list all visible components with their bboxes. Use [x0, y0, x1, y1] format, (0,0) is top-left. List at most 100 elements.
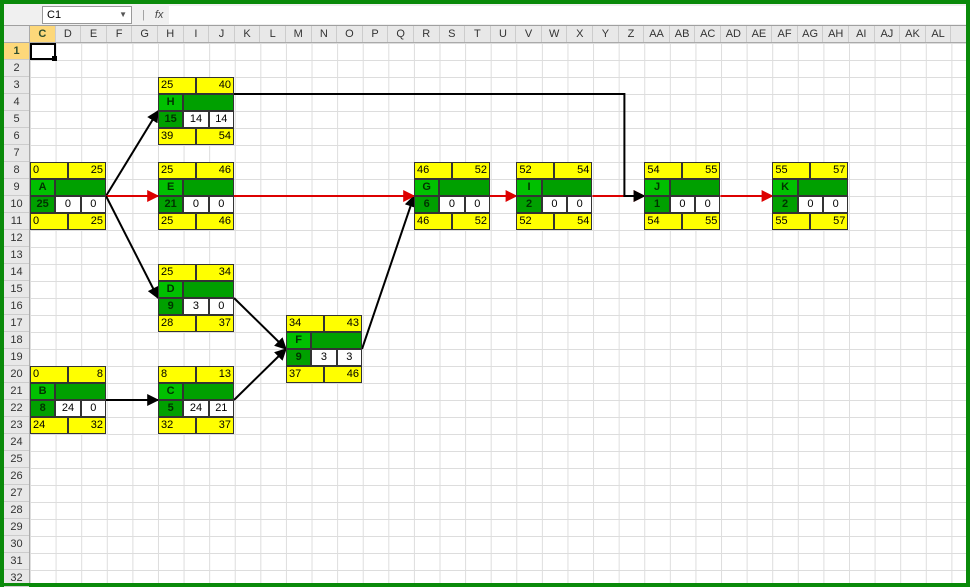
- col-header-AG[interactable]: AG: [798, 26, 824, 42]
- cell[interactable]: 46: [324, 366, 362, 383]
- col-header-R[interactable]: R: [414, 26, 440, 42]
- cell[interactable]: 0: [465, 196, 490, 213]
- cell[interactable]: 25: [68, 162, 106, 179]
- cell[interactable]: [439, 179, 490, 196]
- col-header-S[interactable]: S: [440, 26, 466, 42]
- cell[interactable]: 54: [644, 162, 682, 179]
- cell[interactable]: 2: [516, 196, 541, 213]
- col-header-U[interactable]: U: [491, 26, 517, 42]
- cell[interactable]: 54: [554, 162, 592, 179]
- cell[interactable]: 14: [183, 111, 208, 128]
- col-header-AK[interactable]: AK: [900, 26, 926, 42]
- cell[interactable]: 25: [158, 162, 196, 179]
- cell[interactable]: 54: [554, 213, 592, 230]
- row-header-10[interactable]: 10: [4, 196, 29, 213]
- row-header-15[interactable]: 15: [4, 281, 29, 298]
- cell[interactable]: 1: [644, 196, 669, 213]
- cell[interactable]: 52: [452, 213, 490, 230]
- row-header-23[interactable]: 23: [4, 417, 29, 434]
- cell[interactable]: 37: [286, 366, 324, 383]
- cell[interactable]: H: [158, 94, 183, 111]
- row-header-12[interactable]: 12: [4, 230, 29, 247]
- cell[interactable]: 21: [158, 196, 183, 213]
- cell[interactable]: 8: [68, 366, 106, 383]
- col-header-AE[interactable]: AE: [747, 26, 773, 42]
- cell[interactable]: 40: [196, 77, 234, 94]
- col-header-Z[interactable]: Z: [619, 26, 645, 42]
- row-header-8[interactable]: 8: [4, 162, 29, 179]
- col-header-K[interactable]: K: [235, 26, 261, 42]
- cell[interactable]: G: [414, 179, 439, 196]
- cell[interactable]: 55: [682, 162, 720, 179]
- cell[interactable]: 0: [183, 196, 208, 213]
- cell[interactable]: D: [158, 281, 183, 298]
- row-header-1[interactable]: 1: [4, 43, 29, 60]
- cell[interactable]: 25: [158, 264, 196, 281]
- cell[interactable]: 5: [158, 400, 183, 417]
- col-header-N[interactable]: N: [312, 26, 338, 42]
- col-header-V[interactable]: V: [516, 26, 542, 42]
- cell[interactable]: 57: [810, 213, 848, 230]
- row-header-2[interactable]: 2: [4, 60, 29, 77]
- col-header-AC[interactable]: AC: [695, 26, 721, 42]
- cell[interactable]: [311, 332, 362, 349]
- row-header-31[interactable]: 31: [4, 553, 29, 570]
- row-header-3[interactable]: 3: [4, 77, 29, 94]
- row-header-7[interactable]: 7: [4, 145, 29, 162]
- cell[interactable]: C: [158, 383, 183, 400]
- cell[interactable]: [542, 179, 593, 196]
- cell[interactable]: 46: [196, 213, 234, 230]
- col-header-F[interactable]: F: [107, 26, 133, 42]
- row-header-22[interactable]: 22: [4, 400, 29, 417]
- cell[interactable]: 0: [30, 366, 68, 383]
- row-header-25[interactable]: 25: [4, 451, 29, 468]
- cell[interactable]: 25: [158, 77, 196, 94]
- cell[interactable]: 37: [196, 315, 234, 332]
- select-all-corner[interactable]: [4, 26, 30, 43]
- col-header-J[interactable]: J: [209, 26, 235, 42]
- cell[interactable]: 0: [439, 196, 464, 213]
- cell[interactable]: 37: [196, 417, 234, 434]
- cell[interactable]: 55: [682, 213, 720, 230]
- formula-input[interactable]: [169, 6, 966, 24]
- cell[interactable]: 8: [158, 366, 196, 383]
- cell[interactable]: 6: [414, 196, 439, 213]
- col-header-T[interactable]: T: [465, 26, 491, 42]
- cell[interactable]: 24: [30, 417, 68, 434]
- row-header-5[interactable]: 5: [4, 111, 29, 128]
- cell[interactable]: 39: [158, 128, 196, 145]
- row-header-20[interactable]: 20: [4, 366, 29, 383]
- col-header-O[interactable]: O: [337, 26, 363, 42]
- cell[interactable]: B: [30, 383, 55, 400]
- cell[interactable]: 52: [516, 162, 554, 179]
- cell[interactable]: J: [644, 179, 669, 196]
- cell[interactable]: 0: [798, 196, 823, 213]
- cell[interactable]: 0: [55, 196, 80, 213]
- cell[interactable]: 25: [158, 213, 196, 230]
- col-header-AD[interactable]: AD: [721, 26, 747, 42]
- cell[interactable]: 21: [209, 400, 234, 417]
- cell[interactable]: 57: [810, 162, 848, 179]
- cell[interactable]: 3: [311, 349, 336, 366]
- cell[interactable]: A: [30, 179, 55, 196]
- cell[interactable]: 43: [324, 315, 362, 332]
- cell[interactable]: 13: [196, 366, 234, 383]
- cell[interactable]: [183, 383, 234, 400]
- cell[interactable]: 0: [823, 196, 848, 213]
- col-header-AL[interactable]: AL: [926, 26, 952, 42]
- cell[interactable]: 0: [670, 196, 695, 213]
- col-header-M[interactable]: M: [286, 26, 312, 42]
- col-header-AH[interactable]: AH: [823, 26, 849, 42]
- cell[interactable]: 34: [286, 315, 324, 332]
- cell-grid[interactable]: 025A250002508B824024322540H1514143954254…: [30, 43, 966, 583]
- cell[interactable]: 34: [196, 264, 234, 281]
- cell[interactable]: 28: [158, 315, 196, 332]
- cell[interactable]: 0: [209, 298, 234, 315]
- cell[interactable]: 0: [81, 400, 106, 417]
- cell[interactable]: 25: [30, 196, 55, 213]
- cell[interactable]: 0: [30, 162, 68, 179]
- cell[interactable]: 32: [68, 417, 106, 434]
- cell[interactable]: 25: [68, 213, 106, 230]
- row-header-16[interactable]: 16: [4, 298, 29, 315]
- col-header-L[interactable]: L: [260, 26, 286, 42]
